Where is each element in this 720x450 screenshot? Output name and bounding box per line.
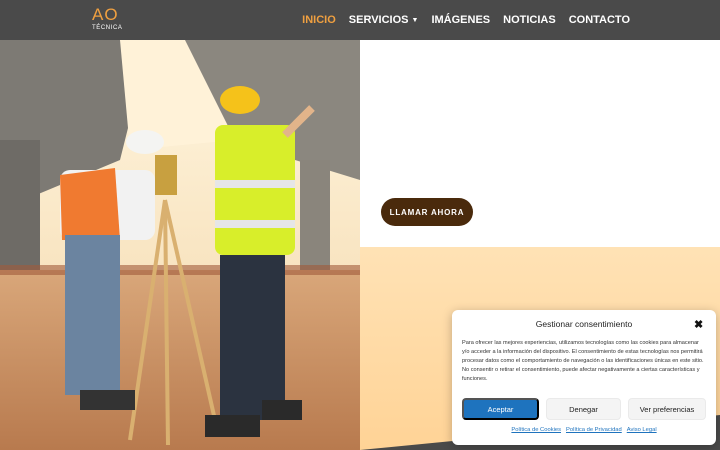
site-logo[interactable]: AO TÉCNICA (92, 5, 132, 33)
logo-text: AO (92, 5, 119, 24)
nav-item-inicio[interactable]: INICIO (302, 14, 336, 26)
cookie-policy-link[interactable]: Política de Cookies (511, 427, 561, 433)
main-nav: INICIO SERVICIOS ▼ IMÁGENES NOTICIAS CONT… (302, 0, 630, 40)
nav-label: IMÁGENES (431, 14, 491, 26)
nav-label: INICIO (302, 14, 336, 26)
legal-notice-link[interactable]: Aviso Legal (627, 427, 657, 433)
privacy-policy-link[interactable]: Política de Privacidad (566, 427, 622, 433)
nav-label: NOTICIAS (503, 14, 556, 26)
nav-label: CONTACTO (568, 14, 630, 26)
policy-links: Política de Cookies Política de Privacid… (452, 427, 716, 433)
nav-item-imagenes[interactable]: IMÁGENES (431, 14, 490, 26)
modal-body: Para ofrecer las mejores experiencias, u… (462, 340, 704, 382)
nav-item-servicios[interactable]: SERVICIOS ▼ (349, 14, 419, 26)
nav-item-noticias[interactable]: NOTICIAS (503, 14, 556, 26)
cookie-consent-modal: Gestionar consentimiento ✖ Para ofrecer … (452, 310, 716, 445)
nav-label: SERVICIOS (348, 14, 409, 26)
logo-subtext: TÉCNICA (92, 25, 123, 31)
surveyors-illustration (0, 40, 360, 450)
chevron-down-icon: ▼ (411, 16, 419, 24)
nav-item-contacto[interactable]: CONTACTO (569, 14, 630, 26)
view-preferences-button[interactable]: Ver preferencias (628, 398, 706, 420)
modal-title: Gestionar consentimiento (535, 319, 633, 329)
close-icon[interactable]: ✖ (694, 318, 703, 331)
deny-button[interactable]: Denegar (546, 398, 621, 420)
hero-photo (0, 40, 360, 450)
site-header: AO TÉCNICA INICIO SERVICIOS ▼ IMÁGENES NO… (0, 0, 720, 40)
call-now-button[interactable]: LLAMAR AHORA (381, 198, 473, 226)
accept-button[interactable]: Aceptar (462, 398, 539, 420)
